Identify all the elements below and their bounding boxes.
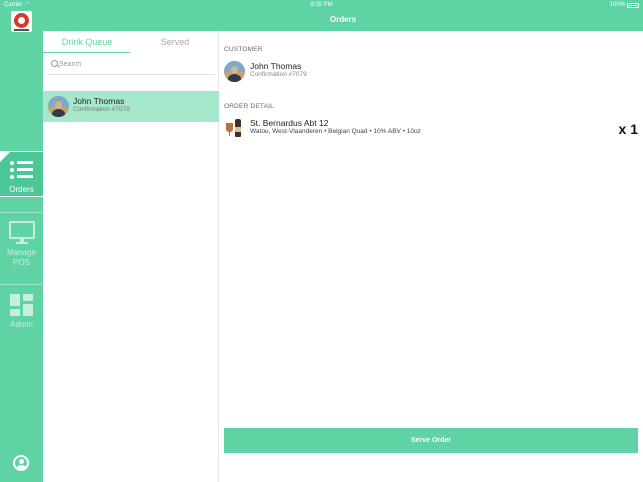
page-title: Orders: [329, 15, 357, 24]
tab-indicator: [43, 52, 130, 53]
tab-drink-queue[interactable]: Drink Queue: [43, 37, 131, 47]
avatar: [224, 61, 245, 82]
beer-icon: [226, 118, 242, 138]
customer-name: John Thomas: [250, 61, 302, 71]
queue-item-confirmation: Confirmation #7079: [73, 106, 130, 113]
order-detail-section-label: ORDER DETAIL: [224, 103, 274, 110]
sidebar: Orders Manage POS Admin: [0, 10, 43, 482]
sidebar-item-admin[interactable]: Admin: [0, 284, 43, 330]
serve-order-button[interactable]: Serve Order: [224, 428, 638, 453]
tab-served[interactable]: Served: [131, 37, 219, 47]
status-bar: Carrier ◠ 9:35 PM 100%: [0, 0, 643, 10]
order-item-meta: Watou, West-Vlaanderen • Belgian Quad • …: [250, 128, 421, 135]
divider: [47, 74, 215, 75]
sidebar-item-label: Orders: [9, 185, 34, 194]
sidebar-item-label: POS: [13, 258, 30, 267]
order-item-quantity: x 1: [618, 121, 638, 137]
order-detail-panel: CUSTOMER John Thomas Confirmation #7079 …: [220, 31, 643, 482]
customer-section-label: CUSTOMER: [224, 46, 263, 53]
battery-icon: [627, 3, 639, 8]
sidebar-item-manage-pos[interactable]: Manage POS: [0, 212, 43, 268]
sidebar-item-label: Manage: [7, 248, 36, 257]
list-icon: [10, 160, 34, 180]
battery-percent: 100%: [609, 2, 625, 8]
search-icon: [51, 60, 58, 67]
queue-item-name: John Thomas: [73, 96, 125, 106]
dashboard-icon: [10, 294, 34, 316]
search-bar: [47, 57, 215, 72]
customer-confirmation: Confirmation #7079: [250, 71, 307, 78]
monitor-icon: [9, 221, 35, 245]
nav-bar: Orders: [43, 10, 643, 31]
status-time: 9:35 PM: [310, 2, 333, 8]
sidebar-item-orders[interactable]: Orders: [0, 151, 43, 197]
avatar: [48, 96, 69, 117]
drink-queue-panel: Drink Queue Served John Thomas Confirmat…: [43, 31, 219, 482]
queue-list-item[interactable]: John Thomas Confirmation #7079: [43, 91, 219, 122]
search-input[interactable]: [59, 58, 209, 70]
sidebar-item-label: Admin: [10, 320, 33, 329]
app-logo: [11, 11, 32, 32]
order-item-name: St. Bernardus Abt 12: [250, 118, 329, 128]
profile-icon[interactable]: [13, 455, 29, 471]
